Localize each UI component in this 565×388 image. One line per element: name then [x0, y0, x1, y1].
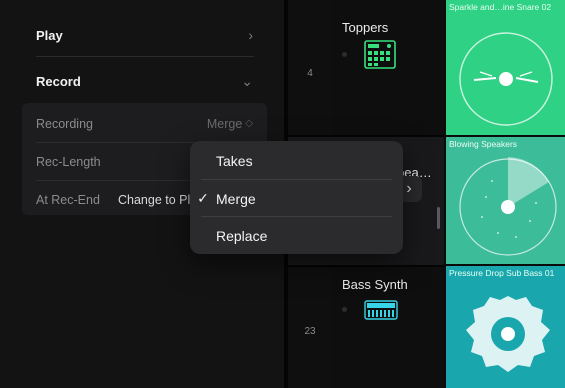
popup-item-label: Merge [216, 190, 256, 207]
clip-cell[interactable]: Pressure Drop Sub Bass 01 [446, 266, 565, 388]
rec-length-option-label: Rec-Length [36, 154, 101, 169]
track-number: 4 [307, 68, 313, 79]
rec-end-option-value: Change to Pl [118, 192, 191, 207]
popup-item-label: Takes [216, 152, 253, 169]
checkmark-icon: ✓ [197, 190, 209, 206]
track-separator [288, 265, 444, 267]
track-separator [288, 135, 444, 137]
rec-end-option-label: At Rec-End [36, 192, 100, 207]
chevron-right-icon: › [248, 27, 253, 43]
drum-machine-icon [364, 40, 396, 69]
scrollbar-thumb[interactable] [437, 207, 440, 229]
keyboard-icon [364, 300, 398, 320]
play-section-label: Play [36, 27, 63, 43]
recording-option-row[interactable]: Recording Merge ◇ [22, 105, 267, 142]
popup-item-label: Replace [216, 227, 268, 244]
chevron-updown-icon: ◇ [245, 118, 253, 129]
record-section-label: Record [36, 73, 81, 89]
clip-cell[interactable]: Sparkle and…ine Snare 02 [446, 0, 565, 135]
waveform-icon [459, 157, 557, 256]
recording-option-value: Merge [206, 116, 243, 131]
popup-item-merge[interactable]: ✓ Merge [190, 180, 403, 217]
recording-option-label: Recording [36, 116, 93, 131]
track-status-dot [342, 307, 347, 312]
waveform-icon [466, 296, 550, 372]
track-name[interactable]: Bass Synth [342, 277, 408, 292]
recording-mode-popup: Takes ✓ Merge Replace [190, 141, 403, 254]
clip-cell[interactable]: Blowing Speakers [446, 137, 565, 264]
record-section-row[interactable]: Record ⌄ [22, 59, 267, 103]
waveform-icon [459, 32, 553, 126]
track-number: 23 [304, 326, 316, 337]
track-name[interactable]: Toppers [342, 20, 388, 35]
chevron-down-icon: ⌄ [241, 72, 253, 89]
track-status-dot [342, 52, 347, 57]
popup-item-takes[interactable]: Takes [190, 142, 403, 179]
popup-item-replace[interactable]: Replace [190, 217, 403, 254]
section-divider [36, 56, 254, 57]
play-section-row[interactable]: Play › [22, 13, 267, 57]
